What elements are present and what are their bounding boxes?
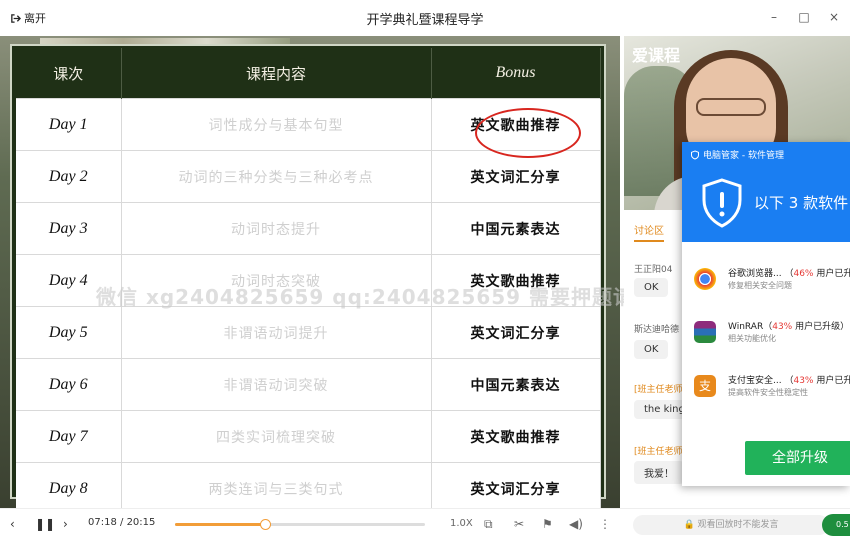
table-row: Day 5 非谓语动词提升 英文词汇分享 (16, 306, 601, 359)
software-name-text: 谷歌浏览器... (728, 269, 782, 279)
header-content: 课程内容 (121, 48, 432, 99)
upgrade-tail: 用户已升 (816, 269, 850, 279)
software-item-winrar[interactable]: WinRAR（43% 用户已升级） 相关功能优化 (694, 319, 850, 359)
volume-icon[interactable]: ◀) (569, 517, 583, 531)
progress-handle[interactable] (260, 519, 271, 530)
row-day: Day 5 (16, 306, 122, 359)
software-name: 支付宝安全... （43% 用户已升 (728, 373, 850, 386)
header-bonus: Bonus (431, 48, 601, 99)
row-bonus: 英文词汇分享 (431, 150, 601, 203)
alipay-icon: 支 (694, 375, 716, 397)
upgrade-percent: 43% (793, 376, 814, 386)
chat-bubble: OK (634, 278, 669, 297)
minimize-button[interactable]: – (766, 10, 782, 24)
row-bonus: 中国元素表达 (431, 358, 601, 411)
software-name-text: WinRAR (728, 322, 764, 332)
chat-bubble: OK (634, 340, 669, 359)
total-time: 20:15 (126, 517, 156, 528)
progress-fill (175, 523, 265, 526)
popup-title-text: 电脑管家 - 软件管理 (703, 151, 784, 161)
table-row: Day 2 动词的三种分类与三种必考点 英文词汇分享 (16, 150, 601, 203)
row-day: Day 3 (16, 202, 122, 255)
title-bar: 离开 开学典礼暨课程导学 – □ × (0, 0, 850, 36)
speed-badge: 0.5 (822, 514, 850, 536)
software-name-text: 支付宝安全... (728, 376, 782, 386)
teacher-glasses (696, 98, 766, 116)
software-item-alipay[interactable]: 支 支付宝安全... （43% 用户已升 提高软件安全性稳定性 (694, 373, 850, 413)
video-area[interactable]: 课次 课程内容 Bonus Day 1 词性成分与基本句型英文歌曲推荐 Day 2… (0, 36, 620, 508)
row-bonus: 英文歌曲推荐 (431, 410, 601, 463)
progress-bar[interactable] (175, 519, 425, 530)
replay-notice-text: 观看回放时不能发言 (697, 520, 779, 530)
window-title: 开学典礼暨课程导学 (366, 13, 484, 28)
software-desc: 提高软件安全性稳定性 (728, 388, 808, 397)
row-day: Day 6 (16, 358, 122, 411)
shield-icon (691, 149, 699, 160)
popup-headline: 以下 3 款软件 (754, 194, 849, 212)
upgrade-percent: 43% (772, 322, 793, 332)
more-icon[interactable]: ⋮ (599, 517, 611, 531)
chat-user: [班主任老师] (634, 447, 687, 457)
row-bonus: 英文词汇分享 (431, 306, 601, 359)
row-bonus: 中国元素表达 (431, 202, 601, 255)
screenshot-icon[interactable]: ⧉ (484, 517, 493, 532)
software-name: WinRAR（43% 用户已升级） (728, 322, 850, 332)
table-row: Day 8 两类连词与三类句式 英文词汇分享 (16, 462, 601, 508)
software-manager-popup: 电脑管家 - 软件管理 以下 3 款软件 谷歌浏览器... （46% 用户已升 … (682, 142, 850, 486)
row-content: 词性成分与基本句型 (121, 98, 432, 151)
course-board: 课次 课程内容 Bonus Day 1 词性成分与基本句型英文歌曲推荐 Day 2… (10, 44, 606, 508)
highlight-circle (475, 108, 581, 158)
tab-discussion[interactable]: 讨论区 (634, 222, 664, 242)
row-day: Day 8 (16, 462, 122, 508)
next-button[interactable]: › (63, 517, 68, 531)
upgrade-tail: 用户已升级 (795, 322, 841, 332)
row-content: 四类实词梳理突破 (121, 410, 432, 463)
header-day: 课次 (16, 48, 122, 99)
row-content: 动词时态提升 (121, 202, 432, 255)
player-controls: ‹ ❚❚ › 07:18 / 20:15 1.0X ⧉ ✂ ⚑ ◀) ⋮ 🔒 观… (0, 508, 850, 539)
current-time: 07:18 (88, 517, 117, 528)
software-desc: 修复相关安全问题 (728, 281, 792, 290)
upgrade-all-button[interactable]: 全部升级 (745, 441, 850, 475)
table-header-row: 课次 课程内容 Bonus (16, 48, 601, 99)
upgrade-percent: 46% (793, 269, 814, 279)
software-item-chrome[interactable]: 谷歌浏览器... （46% 用户已升 修复相关安全问题 (694, 266, 850, 306)
table-row: Day 3 动词时态提升 中国元素表达 (16, 202, 601, 255)
row-content: 动词的三种分类与三种必考点 (121, 150, 432, 203)
camera-logo: 爱课程 (632, 46, 681, 65)
software-desc: 相关功能优化 (728, 334, 776, 343)
chrome-icon (694, 268, 716, 290)
chat-bubble: 我爱！ (634, 461, 684, 484)
table-row: Day 6 非谓语动词突破 中国元素表达 (16, 358, 601, 411)
popup-title: 电脑管家 - 软件管理 (690, 148, 784, 161)
shield-exclamation-icon (702, 178, 742, 228)
row-bonus: 英文词汇分享 (431, 462, 601, 508)
time-display: 07:18 / 20:15 (88, 517, 156, 528)
chat-user: [班主任老师] (634, 385, 687, 395)
winrar-icon (694, 321, 716, 343)
pause-button[interactable]: ❚❚ (35, 517, 55, 531)
table-row: Day 7 四类实词梳理突破 英文歌曲推荐 (16, 410, 601, 463)
bookmark-flag-icon[interactable]: ⚑ (542, 517, 553, 531)
popup-header: 电脑管家 - 软件管理 以下 3 款软件 (682, 142, 850, 242)
replay-notice: 🔒 观看回放时不能发言 (633, 515, 829, 535)
close-button[interactable]: × (826, 10, 842, 24)
software-name: 谷歌浏览器... （46% 用户已升 (728, 266, 850, 279)
chat-user: 斯达迪哈德 (634, 325, 680, 335)
row-day: Day 7 (16, 410, 122, 463)
chat-user: 王正阳04 (634, 265, 673, 275)
scissors-icon[interactable]: ✂ (514, 517, 524, 531)
upgrade-tail: 用户已升 (816, 376, 850, 386)
row-day: Day 2 (16, 150, 122, 203)
row-day: Day 1 (16, 98, 122, 151)
previous-button[interactable]: ‹ (10, 517, 15, 531)
row-content: 两类连词与三类句式 (121, 462, 432, 508)
row-content: 非谓语动词突破 (121, 358, 432, 411)
speed-button[interactable]: 1.0X (450, 518, 473, 529)
row-content: 非谓语动词提升 (121, 306, 432, 359)
maximize-button[interactable]: □ (796, 10, 812, 24)
watermark-text: 微信 xg2404825659 qq:2404825659 需要押题请加我哦 (96, 285, 698, 309)
